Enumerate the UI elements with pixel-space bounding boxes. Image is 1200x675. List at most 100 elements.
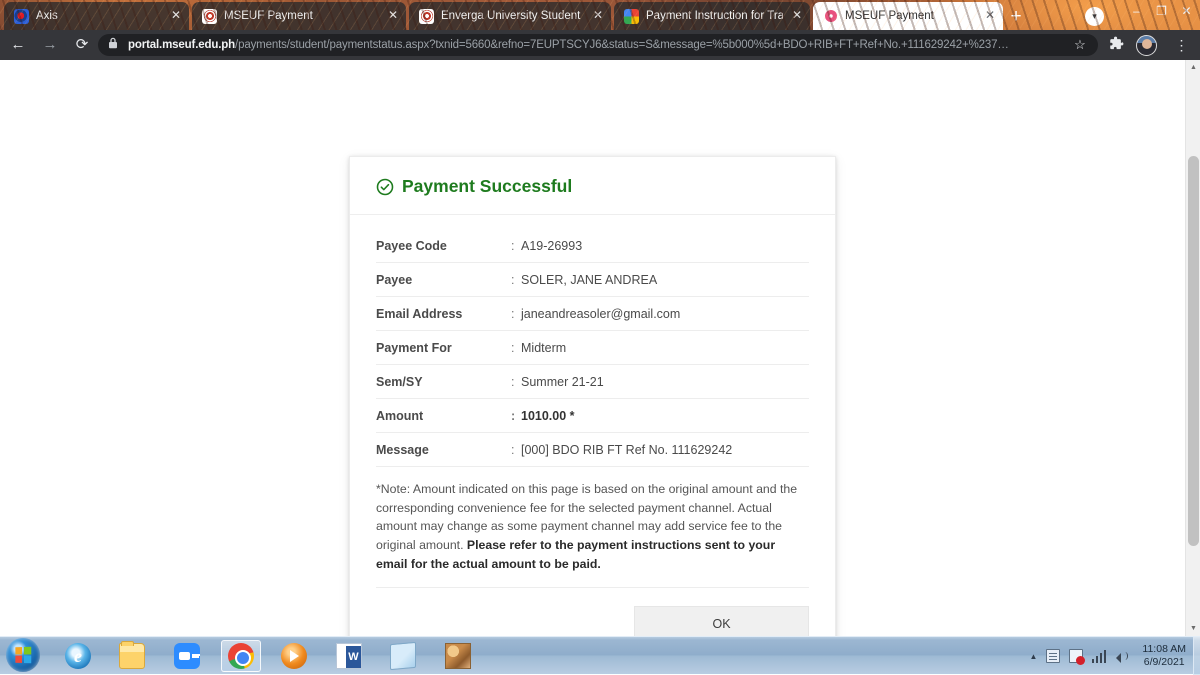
- row-value: : A19-26993: [511, 229, 809, 263]
- taskbar-item-media-player[interactable]: [274, 640, 314, 672]
- row-label: Payment For: [376, 330, 511, 365]
- maximize-icon[interactable]: ❐: [1149, 0, 1174, 22]
- row-value-text: 1010.00 *: [521, 408, 575, 423]
- tab-strip: Axis ✕ MSEUF Payment ✕ Enverga Universit…: [0, 0, 1200, 30]
- action-center-icon[interactable]: [1046, 649, 1061, 663]
- table-row: Email Address : janeandreasoler@gmail.com: [376, 296, 809, 331]
- photo-thumbnail-icon: [445, 643, 471, 669]
- row-value-text: janeandreasoler@gmail.com: [521, 306, 681, 321]
- start-orb-icon[interactable]: [6, 638, 40, 672]
- taskbar-item-notepad[interactable]: [383, 640, 423, 672]
- secure-lock-icon: [108, 36, 120, 54]
- taskbar-item-word[interactable]: [329, 640, 369, 672]
- colon-separator: :: [511, 374, 515, 389]
- tab-label: MSEUF Payment: [845, 10, 934, 22]
- page-viewport: Payment Successful Payee Code : A19-26993…: [0, 60, 1200, 636]
- google-logo-icon: [624, 8, 639, 24]
- taskbar-item-file-explorer[interactable]: [112, 640, 152, 672]
- close-icon[interactable]: ✕: [169, 9, 183, 23]
- mseuf-logo-icon: [419, 8, 434, 24]
- mseuf-logo-icon: [202, 8, 217, 24]
- signal-bars-icon[interactable]: [1092, 649, 1107, 663]
- url-domain: portal.mseuf.edu.ph: [128, 39, 236, 51]
- back-button[interactable]: ←: [4, 31, 32, 59]
- mseuf-logo-icon: [823, 8, 838, 24]
- clock-date: 6/9/2021: [1143, 656, 1185, 668]
- network-error-icon[interactable]: [1069, 649, 1086, 665]
- new-tab-button[interactable]: +: [1005, 6, 1027, 28]
- taskbar-item-photo-viewer[interactable]: [438, 640, 478, 672]
- forward-button[interactable]: →: [36, 31, 64, 59]
- show-hidden-icons-icon[interactable]: ▲: [1029, 652, 1037, 661]
- zoom-camera-icon: [174, 643, 200, 669]
- tab-label: MSEUF Payment: [224, 10, 313, 22]
- system-tray: ▲ 11:08 AM 6/9/2021: [1029, 637, 1192, 675]
- page-scrollbar[interactable]: ▲ ▼: [1185, 60, 1200, 636]
- table-row: Sem/SY : Summer 21-21: [376, 364, 809, 399]
- table-row: Message : [000] BDO RIB FT Ref No. 111629…: [376, 432, 809, 467]
- profile-avatar[interactable]: [1136, 35, 1157, 56]
- row-label: Payee Code: [376, 229, 511, 263]
- folder-icon: [119, 641, 145, 669]
- chrome-menu-icon[interactable]: ⋮: [1172, 36, 1191, 55]
- browser-tab-axis[interactable]: Axis ✕: [4, 2, 189, 30]
- colon-separator: :: [511, 340, 515, 355]
- browser-tab-mseuf-payment-1[interactable]: MSEUF Payment ✕: [192, 2, 406, 30]
- row-label: Message: [376, 432, 511, 467]
- browser-tab-mseuf-payment-active[interactable]: MSEUF Payment ✕: [813, 2, 1003, 30]
- volume-icon[interactable]: [1115, 649, 1129, 663]
- table-row: Amount :1010.00 *: [376, 398, 809, 433]
- row-label: Amount: [376, 398, 511, 433]
- amount-note: *Note: Amount indicated on this page is …: [376, 467, 809, 589]
- window-controls: – ❐ ✕: [1124, 0, 1200, 22]
- close-icon[interactable]: ✕: [386, 9, 400, 23]
- address-bar[interactable]: portal.mseuf.edu.ph/payments/student/pay…: [98, 34, 1098, 56]
- chrome-icon: [228, 643, 254, 669]
- colon-separator: :: [511, 442, 515, 457]
- close-icon[interactable]: ✕: [591, 9, 605, 23]
- browser-toolbar: ← → ⟳ portal.mseuf.edu.ph/payments/stude…: [0, 30, 1200, 60]
- url-text: portal.mseuf.edu.ph/payments/student/pay…: [128, 39, 1072, 51]
- reload-button[interactable]: ⟳: [68, 31, 96, 59]
- row-value: : Summer 21-21: [511, 364, 809, 399]
- payment-status-card: Payment Successful Payee Code : A19-26993…: [349, 156, 836, 636]
- page-title: Payment Successful: [376, 176, 809, 197]
- browser-window: Axis ✕ MSEUF Payment ✕ Enverga Universit…: [0, 0, 1200, 636]
- clock-time: 11:08 AM: [1142, 643, 1186, 655]
- tab-label: Axis: [36, 10, 58, 22]
- taskbar-clock[interactable]: 11:08 AM 6/9/2021: [1142, 643, 1186, 669]
- bookmark-star-icon[interactable]: ☆: [1072, 37, 1088, 53]
- row-value: :1010.00 *: [511, 398, 809, 433]
- word-document-icon: [336, 643, 362, 669]
- colon-separator: :: [511, 408, 516, 423]
- close-window-icon[interactable]: ✕: [1174, 0, 1199, 22]
- scrollbar-thumb[interactable]: [1188, 156, 1199, 546]
- colon-separator: :: [511, 238, 515, 253]
- row-label: Payee: [376, 262, 511, 297]
- scroll-down-icon[interactable]: ▼: [1186, 621, 1200, 636]
- row-value: : Midterm: [511, 330, 809, 365]
- minimize-icon[interactable]: –: [1124, 0, 1149, 22]
- payment-detail-table: Payee Code : A19-26993 Payee : SOLER, JANE…: [376, 229, 809, 467]
- tab-label: Enverga University Student Inf: [441, 10, 584, 22]
- scroll-up-icon[interactable]: ▲: [1186, 60, 1200, 75]
- extensions-puzzle-icon[interactable]: [1107, 36, 1126, 55]
- taskbar-item-chrome[interactable]: [221, 640, 261, 672]
- show-desktop-button[interactable]: [1193, 637, 1200, 675]
- card-header: Payment Successful: [350, 157, 835, 215]
- close-icon[interactable]: ✕: [983, 9, 997, 23]
- ok-button[interactable]: OK: [634, 606, 809, 636]
- tab-search-icon[interactable]: ▾: [1085, 7, 1104, 26]
- browser-tab-payment-instruction[interactable]: Payment Instruction for Trans ✕: [614, 2, 810, 30]
- colon-separator: :: [511, 306, 515, 321]
- card-footer: OK: [350, 588, 835, 636]
- row-value-text: SOLER, JANE ANDREA: [521, 272, 658, 287]
- row-value: : SOLER, JANE ANDREA: [511, 262, 809, 297]
- media-player-icon: [281, 643, 307, 669]
- taskbar-item-internet-explorer[interactable]: [58, 640, 98, 672]
- taskbar-item-zoom[interactable]: [167, 640, 207, 672]
- browser-tab-enverga-sis[interactable]: Enverga University Student Inf ✕: [409, 2, 611, 30]
- notepad-icon: [390, 641, 416, 671]
- close-icon[interactable]: ✕: [790, 9, 804, 23]
- card-body: Payee Code : A19-26993 Payee : SOLER, JANE…: [350, 215, 835, 589]
